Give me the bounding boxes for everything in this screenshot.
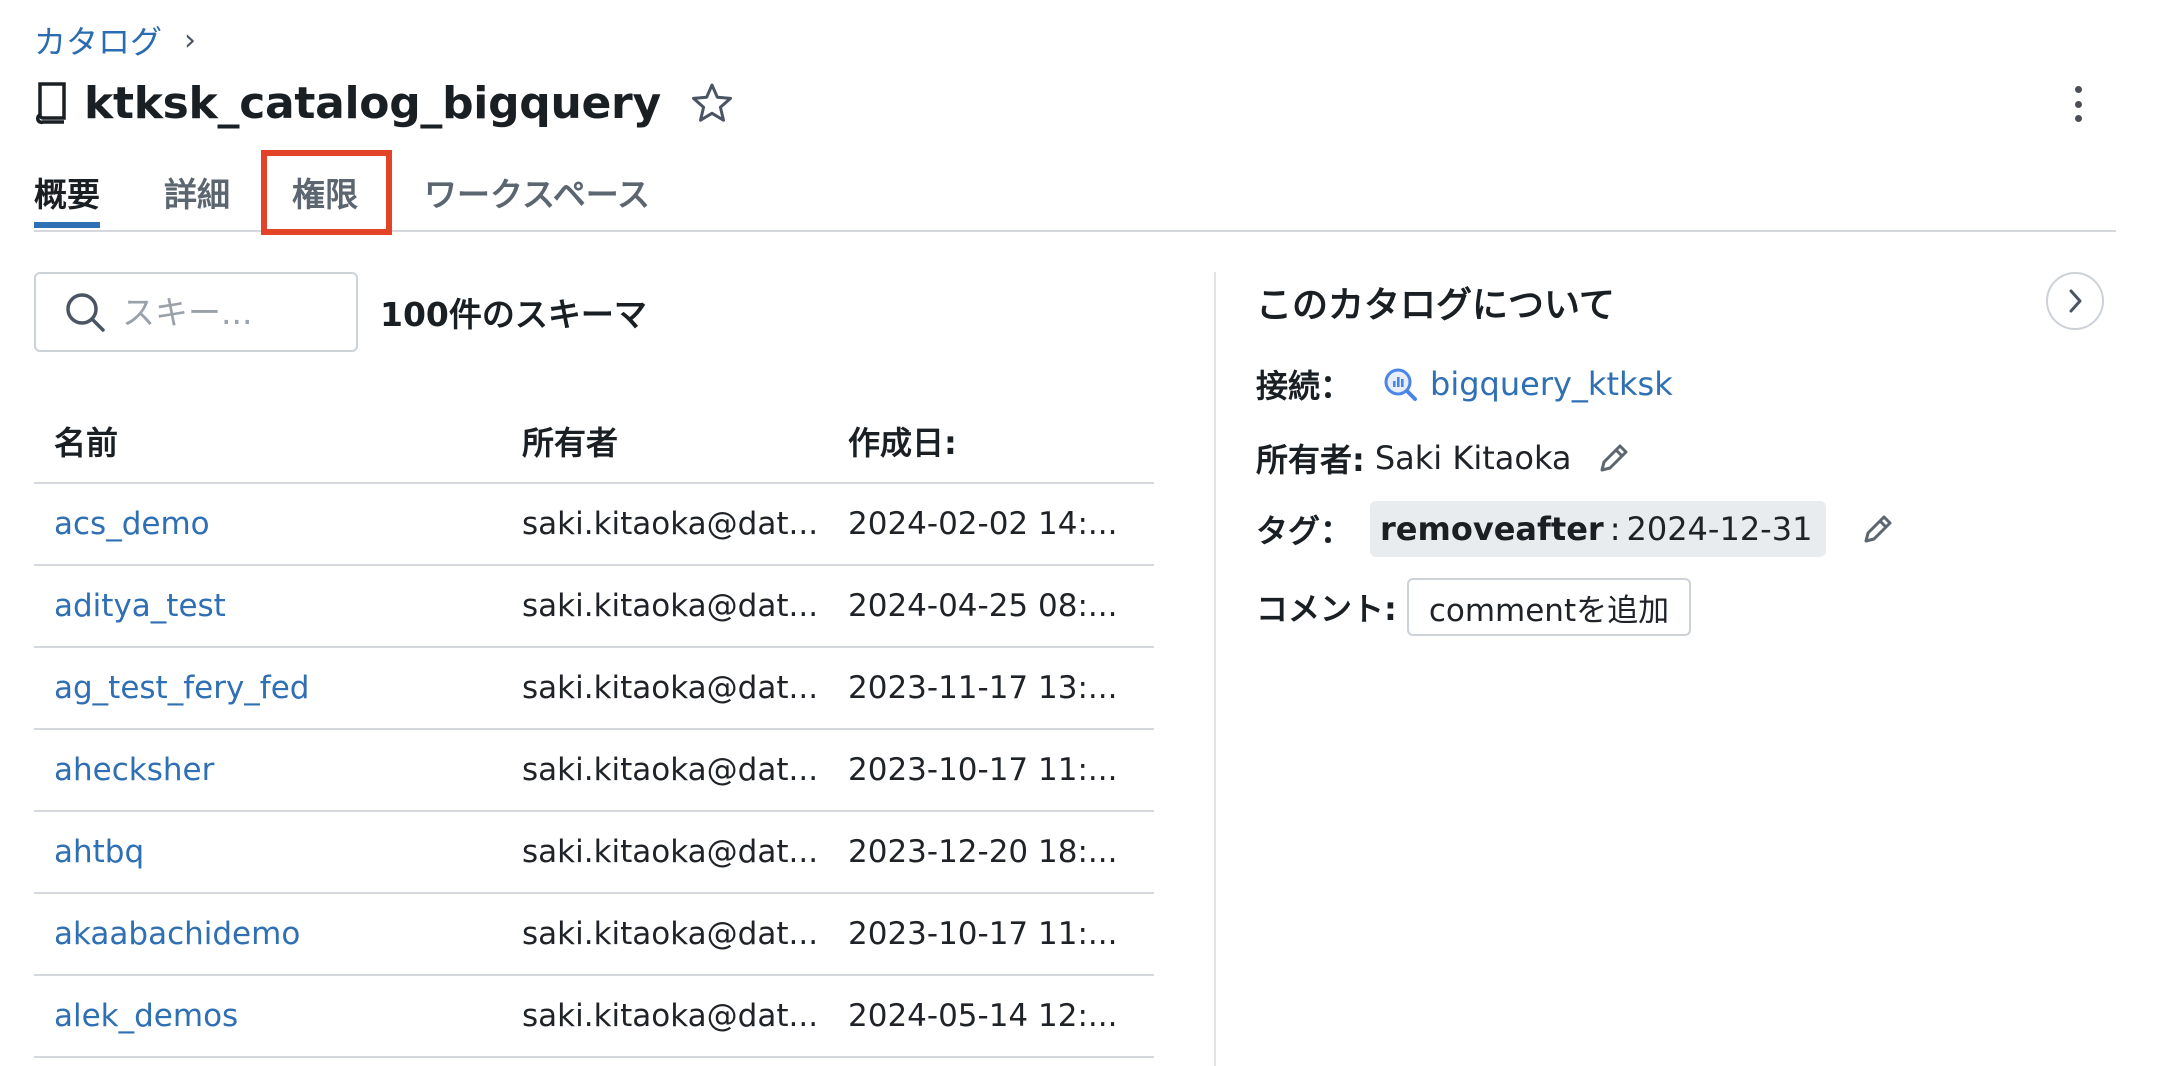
title-row: ktksk_catalog_bigquery [34, 72, 733, 134]
panel-divider [1214, 272, 1216, 1066]
schema-owner: saki.kitaoka@dat... [522, 670, 819, 706]
schema-owner: saki.kitaoka@dat... [522, 588, 819, 624]
schema-name-link[interactable]: ag_test_fery_fed [54, 670, 309, 706]
connection-property: 接続： bigquery_ktksk [1256, 356, 1673, 412]
kebab-menu-icon[interactable] [2058, 82, 2098, 126]
schema-owner: saki.kitaoka@dat... [522, 834, 819, 870]
column-header-owner[interactable]: 所有者 [522, 418, 618, 464]
table-row: ag_test_fery_fed saki.kitaoka@dat... 202… [34, 648, 1154, 730]
book-icon [35, 82, 66, 125]
pencil-icon[interactable] [1596, 440, 1632, 476]
tags-property: タグ： removeafter : 2024-12-31 [1256, 500, 1896, 558]
schema-created: 2023-11-17 13:... [848, 670, 1118, 706]
search-input[interactable] [120, 291, 324, 333]
column-header-name[interactable]: 名前 [54, 418, 118, 464]
schema-name-link[interactable]: ahtbq [54, 834, 144, 870]
schema-created: 2023-10-17 11:... [848, 752, 1118, 788]
table-row: ahtbq saki.kitaoka@dat... 2023-12-20 18:… [34, 812, 1154, 894]
breadcrumb: カタログ › [34, 14, 196, 66]
tag-separator: : [1609, 510, 1621, 548]
schema-created: 2024-05-14 12:... [848, 998, 1118, 1034]
table-row: alek_demos saki.kitaoka@dat... 2024-05-1… [34, 976, 1154, 1058]
about-panel-title: このカタログについて [1256, 285, 1615, 326]
schema-name-link[interactable]: acs_demo [54, 506, 210, 542]
page-title: ktksk_catalog_bigquery [84, 77, 661, 129]
owner-value: Saki Kitaoka [1374, 439, 1572, 477]
pencil-icon[interactable] [1860, 511, 1896, 547]
add-comment-button[interactable]: commentを追加 [1406, 578, 1692, 636]
table-row: akaabachidemo saki.kitaoka@dat... 2023-1… [34, 894, 1154, 976]
tab-workspaces[interactable]: ワークスペース [424, 168, 650, 228]
star-icon[interactable] [691, 82, 733, 124]
schema-table: 名前 所有者 作成日: acs_demo saki.kitaoka@dat...… [34, 396, 1154, 1058]
schema-owner: saki.kitaoka@dat... [522, 506, 819, 542]
schema-owner: saki.kitaoka@dat... [522, 752, 819, 788]
breadcrumb-chevron-icon: › [184, 22, 197, 58]
schema-count: 100件のスキーマ [380, 295, 647, 334]
table-row: ahecksher saki.kitaoka@dat... 2023-10-17… [34, 730, 1154, 812]
highlight-box [261, 150, 392, 235]
comment-property: コメント: commentを追加 [1256, 576, 1692, 638]
connection-link[interactable]: bigquery_ktksk [1430, 365, 1673, 403]
schema-name-link[interactable]: aditya_test [54, 588, 226, 624]
tab-overview[interactable]: 概要 [34, 168, 100, 228]
schema-search[interactable] [34, 272, 358, 352]
column-header-created[interactable]: 作成日: [848, 418, 957, 464]
connection-label: 接続： [1256, 367, 1353, 405]
expand-panel-button[interactable] [2046, 272, 2104, 330]
tag-chip[interactable]: removeafter : 2024-12-31 [1370, 501, 1827, 557]
owner-property: 所有者: Saki Kitaoka [1256, 430, 1632, 486]
owner-label: 所有者: [1256, 441, 1365, 479]
tag-value: 2024-12-31 [1626, 510, 1813, 548]
bigquery-icon [1384, 368, 1418, 401]
tag-key: removeafter [1380, 510, 1604, 548]
table-header: 名前 所有者 作成日: [34, 396, 1154, 484]
schema-created: 2024-04-25 08:... [848, 588, 1118, 624]
search-icon [66, 293, 105, 332]
schema-name-link[interactable]: alek_demos [54, 998, 238, 1034]
tags-label: タグ： [1256, 512, 1353, 550]
schema-name-link[interactable]: akaabachidemo [54, 916, 300, 952]
comment-label: コメント: [1256, 590, 1397, 628]
table-row: aditya_test saki.kitaoka@dat... 2024-04-… [34, 566, 1154, 648]
schema-created: 2023-10-17 11:... [848, 916, 1118, 952]
schema-name-link[interactable]: ahecksher [54, 752, 214, 788]
tab-details[interactable]: 詳細 [164, 168, 230, 228]
schema-created: 2023-12-20 18:... [848, 834, 1118, 870]
chevron-right-icon [2069, 289, 2082, 313]
table-row: acs_demo saki.kitaoka@dat... 2024-02-02 … [34, 484, 1154, 566]
schema-owner: saki.kitaoka@dat... [522, 916, 819, 952]
schema-created: 2024-02-02 14:... [848, 506, 1118, 542]
schema-owner: saki.kitaoka@dat... [522, 998, 819, 1034]
breadcrumb-catalog-link[interactable]: カタログ [34, 17, 162, 63]
